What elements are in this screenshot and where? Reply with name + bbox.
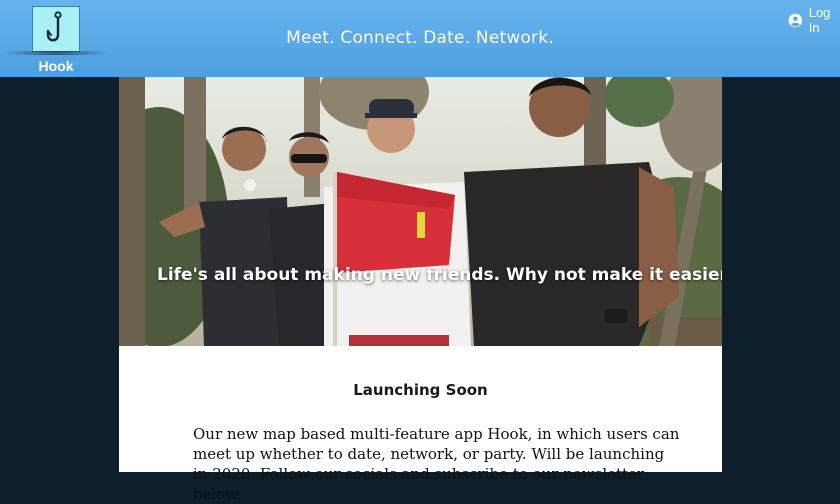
fishhook-icon (46, 11, 62, 42)
launch-section: Launching Soon Our new map based multi-f… (119, 346, 722, 503)
site-header: Hook Meet. Connect. Date. Network. Log I… (0, 0, 840, 77)
logo[interactable]: Hook (0, 0, 112, 77)
account-circle-icon (788, 13, 803, 27)
hero-caption: Life's all about making new friends. Why… (157, 265, 722, 285)
hero-image: Life's all about making new friends. Why… (119, 77, 722, 346)
section-title: Launching Soon (353, 381, 488, 399)
logo-tile (32, 6, 80, 52)
login-button[interactable]: Log In (788, 5, 840, 35)
login-label: Log In (808, 5, 831, 35)
logo-text[interactable]: Hook (0, 58, 112, 74)
tagline: Meet. Connect. Date. Network. (286, 28, 554, 48)
logo-shadow (4, 51, 108, 55)
group-photo (119, 77, 722, 346)
section-body: Our new map based multi-feature app Hook… (193, 425, 680, 503)
